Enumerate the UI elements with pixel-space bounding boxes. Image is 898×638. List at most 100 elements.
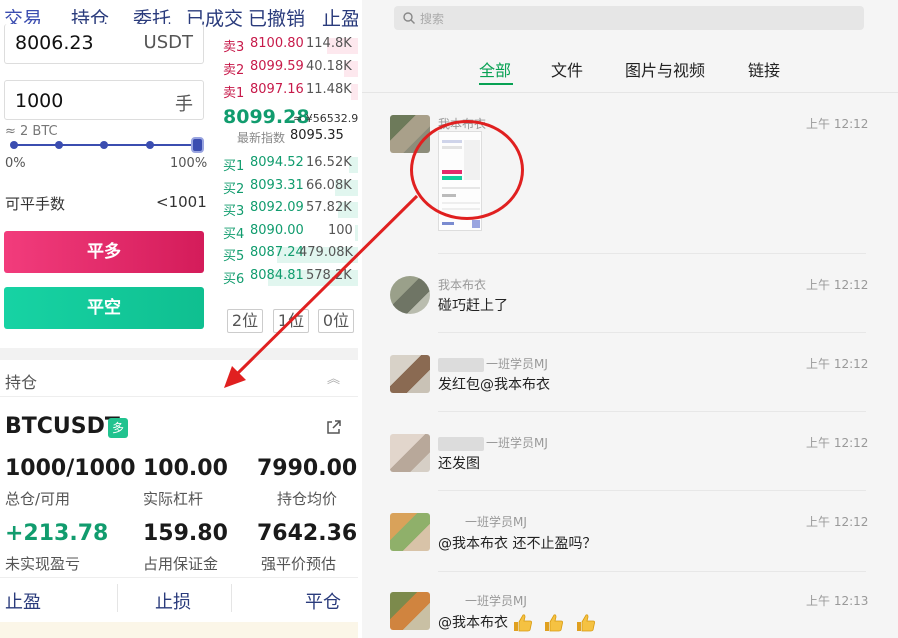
bid-row[interactable]: 买6 8084.81 578.2K: [223, 268, 358, 288]
ask-qty: 114.8K: [306, 36, 352, 51]
bottom-banner: [0, 622, 358, 638]
divider: [438, 490, 866, 491]
divider: [0, 396, 358, 397]
annotation-circle: [410, 120, 524, 220]
ask-row[interactable]: 卖3 8100.80 114.8K: [223, 36, 358, 56]
share-icon[interactable]: [326, 419, 342, 435]
avg-price-label: 持仓均价: [277, 490, 338, 508]
avatar[interactable]: [390, 434, 430, 472]
long-side-badge: 多: [108, 418, 128, 438]
close-short-button[interactable]: 平空: [4, 287, 204, 329]
active-tab-indicator: [479, 83, 513, 85]
bid-qty: 100: [328, 223, 353, 238]
leverage-value: 100.00: [143, 456, 228, 481]
avatar[interactable]: [390, 276, 430, 314]
precision-1[interactable]: 1位: [273, 309, 309, 333]
closable-qty-value: <1001: [156, 193, 207, 211]
divider: [231, 584, 232, 612]
take-profit-button[interactable]: 止盈: [5, 588, 41, 614]
margin-label: 占用保证金: [143, 555, 219, 573]
collapse-icon[interactable]: ︽: [327, 368, 340, 387]
precision-0[interactable]: 0位: [318, 309, 354, 333]
bid-qty: 66.08K: [306, 178, 352, 193]
positions-header: 持仓: [5, 373, 38, 392]
ask-level: 卖3: [223, 40, 245, 55]
slider-min-label: 0%: [5, 156, 26, 171]
quantity-unit: 手: [175, 94, 193, 115]
stop-loss-button[interactable]: 止损: [155, 588, 191, 614]
tab-all[interactable]: 全部: [479, 57, 511, 81]
ask-price: 8097.16: [250, 82, 304, 97]
bid-row[interactable]: 买1 8094.52 16.52K: [223, 155, 358, 175]
precision-2[interactable]: 2位: [227, 309, 263, 333]
last-price-cny: ≈ ¥56532.97: [293, 112, 358, 125]
quantity-input[interactable]: 1000 手: [4, 80, 204, 120]
bid-row[interactable]: 买5 8087.24 479.08K: [223, 245, 358, 265]
equivalent-amount: ≈ 2 BTC: [5, 124, 58, 136]
bid-price: 8090.00: [250, 223, 304, 238]
blurred-name: [438, 436, 484, 451]
position-size-label: 总仓/可用: [5, 490, 71, 508]
message-time: 上午 12:12: [806, 278, 869, 292]
bid-row[interactable]: 买4 8090.00 100: [223, 223, 358, 243]
bid-level: 买4: [223, 227, 245, 242]
ask-level: 卖2: [223, 63, 245, 78]
chat-history-panel: 搜索 全部 文件 图片与视频 链接 我本布衣 上午 12:12 我本布衣 上午 …: [362, 0, 898, 638]
ask-qty: 11.48K: [306, 82, 352, 97]
close-long-button[interactable]: 平多: [4, 231, 204, 273]
divider: [438, 253, 866, 254]
price-unit: USDT: [143, 32, 193, 53]
thumbs-up-icon: [514, 614, 532, 632]
message-sender: 一班学员MJ: [465, 515, 527, 529]
message-sender: 一班学员MJ: [438, 434, 548, 451]
close-position-button[interactable]: 平仓: [305, 588, 341, 614]
divider: [0, 577, 358, 578]
ask-depth-bar: [351, 84, 358, 100]
liquidation-price-label: 强平价预估: [261, 555, 337, 573]
index-price-value: 8095.35: [290, 128, 344, 143]
price-value: 8006.23: [15, 32, 94, 54]
ask-price: 8100.80: [250, 36, 304, 51]
ask-row[interactable]: 卖2 8099.59 40.18K: [223, 59, 358, 79]
tab-cancelled[interactable]: 已撤销: [248, 4, 305, 31]
bid-price: 8084.81: [250, 268, 304, 283]
blurred-name: [438, 357, 484, 372]
bid-row[interactable]: 买2 8093.31 66.08K: [223, 178, 358, 198]
tab-files[interactable]: 文件: [551, 57, 583, 81]
price-input[interactable]: 8006.23 USDT: [4, 24, 204, 64]
slider-stop-0[interactable]: [10, 141, 18, 149]
leverage-label: 实际杠杆: [143, 490, 204, 508]
ask-price: 8099.59: [250, 59, 304, 74]
margin-value: 159.80: [143, 521, 228, 546]
section-separator: [0, 348, 358, 360]
avatar[interactable]: [390, 513, 430, 551]
tab-links[interactable]: 链接: [748, 57, 780, 81]
bid-level: 买2: [223, 182, 245, 197]
tab-take-profit[interactable]: 止盈: [322, 4, 358, 31]
unrealized-pnl-label: 未实现盈亏: [5, 555, 81, 573]
divider: [438, 411, 866, 412]
slider-stop-25[interactable]: [55, 141, 63, 149]
slider-stop-50[interactable]: [100, 141, 108, 149]
slider-stop-75[interactable]: [146, 141, 154, 149]
bid-qty: 578.2K: [306, 268, 352, 283]
divider: [438, 332, 866, 333]
message-time: 上午 12:12: [806, 515, 869, 529]
bid-level: 买5: [223, 249, 245, 264]
tab-media[interactable]: 图片与视频: [625, 57, 705, 81]
bid-price: 8087.24: [250, 245, 304, 260]
search-input[interactable]: 搜索: [394, 6, 864, 30]
avatar[interactable]: [390, 355, 430, 393]
bid-level: 买3: [223, 204, 245, 219]
search-placeholder: 搜索: [420, 12, 445, 26]
bid-qty: 479.08K: [299, 245, 354, 260]
screenshot-root: 交易 持仓 委托 已成交 已撤销 止盈 8006.23 USDT 1000 手 …: [0, 0, 898, 638]
quantity-slider-knob[interactable]: [191, 137, 204, 153]
slider-max-label: 100%: [170, 156, 208, 171]
avatar[interactable]: [390, 592, 430, 630]
closable-qty-label: 可平手数: [5, 195, 66, 213]
quantity-value: 1000: [15, 90, 64, 112]
bid-row[interactable]: 买3 8092.09 57.82K: [223, 200, 358, 220]
ask-row[interactable]: 卖1 8097.16 11.48K: [223, 82, 358, 102]
position-size-value: 1000/1000: [5, 456, 136, 481]
